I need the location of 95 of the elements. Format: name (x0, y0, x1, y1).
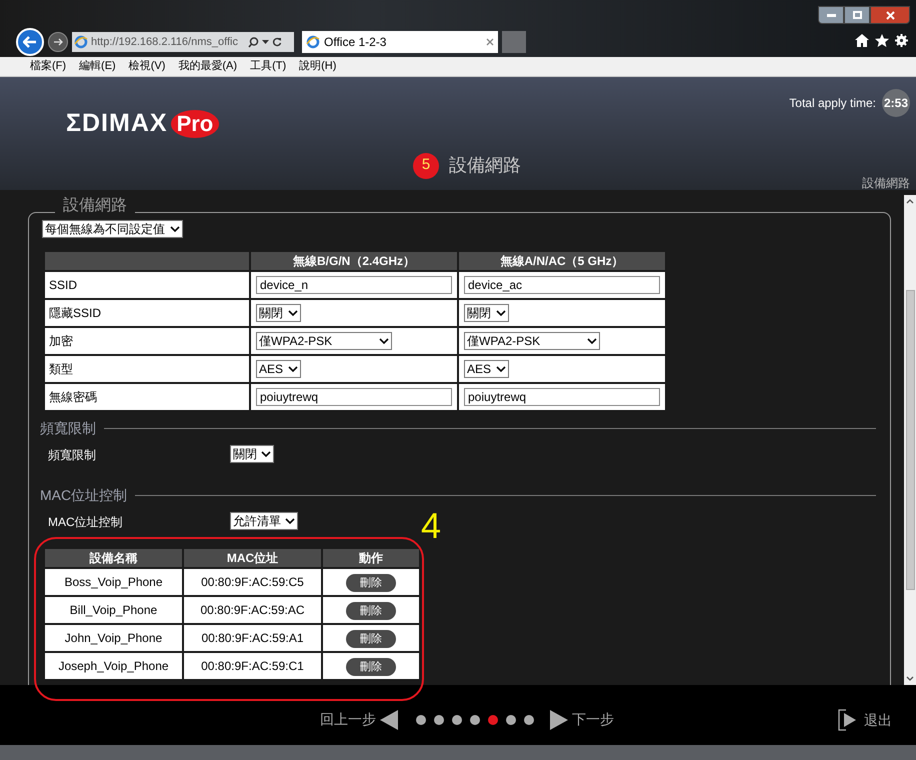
close-icon[interactable] (486, 38, 494, 46)
logo: ΣDIMAX (66, 108, 168, 139)
right-triangle-icon (550, 710, 568, 730)
left-triangle-icon (380, 710, 398, 730)
text-field[interactable]: device_n (256, 276, 452, 294)
home-icon[interactable] (855, 34, 869, 47)
caret-icon (288, 310, 298, 316)
dropdown[interactable]: AES (464, 360, 509, 378)
close-button[interactable] (870, 6, 910, 24)
table-cell: Boss_Voip_Phone (44, 568, 183, 596)
dropdown[interactable]: 關閉 (256, 304, 301, 322)
annotation-number: 4 (421, 506, 442, 546)
minimize-button[interactable] (818, 6, 844, 24)
back-button[interactable] (16, 28, 44, 56)
search-icon (248, 36, 259, 48)
text-field[interactable]: poiuytrewq (464, 388, 660, 406)
step-title: 設備網路 (449, 154, 521, 177)
caret-icon (285, 518, 295, 524)
settings-icon[interactable] (895, 34, 908, 47)
table-header-cell: 動作 (322, 548, 420, 568)
text-field[interactable]: device_ac (464, 276, 660, 294)
delete-button[interactable]: 刪除 (346, 602, 396, 620)
step-badge: 5 (413, 152, 439, 178)
table-header-cell: 無線A/N/AC（5 GHz） (458, 251, 666, 271)
back-arrow-icon (23, 36, 37, 48)
dropdown[interactable]: 僅WPA2-PSK (256, 332, 392, 350)
favorites-star-icon[interactable] (875, 34, 889, 47)
dropdown[interactable]: 每個無線為不同設定值 (42, 220, 183, 238)
forward-button[interactable] (48, 32, 68, 52)
dropdown[interactable]: 關閉 (464, 304, 509, 322)
caret-icon (496, 366, 506, 372)
menu-item[interactable]: 工具(T) (250, 58, 286, 75)
table-cell: John_Voip_Phone (44, 624, 183, 652)
text-field[interactable]: poiuytrewq (256, 388, 452, 406)
delete-button[interactable]: 刪除 (346, 630, 396, 648)
table-header-cell: 設備名稱 (44, 548, 183, 568)
dropdown[interactable]: AES (256, 360, 301, 378)
field-label: MAC位址控制 (48, 514, 123, 531)
maximize-icon (852, 11, 862, 19)
table-cell: 00:80:9F:AC:59:C5 (183, 568, 322, 596)
table-header-cell: MAC位址 (183, 548, 322, 568)
scrollbar[interactable] (904, 195, 916, 685)
field-label: 頻寬限制 (48, 447, 96, 464)
caret-icon (262, 40, 269, 44)
group-title: MAC位址控制 (40, 486, 128, 505)
caret-icon (170, 226, 180, 232)
menu-item[interactable]: 檔案(F) (30, 58, 66, 75)
next-link[interactable]: 下一步 (550, 709, 614, 730)
forward-arrow-icon (53, 38, 63, 46)
dropdown[interactable]: 關閉 (230, 445, 274, 463)
tab-title: Office 1-2-3 (324, 34, 388, 51)
table-cell: 無線密碼 (44, 383, 250, 411)
back-link[interactable]: 回上一步 (320, 709, 398, 730)
scroll-down-icon[interactable] (906, 676, 914, 681)
scrollbar-thumb[interactable] (906, 290, 914, 590)
exit-button[interactable]: 退出 (838, 709, 892, 731)
caret-icon (379, 338, 389, 344)
caret-icon (496, 310, 506, 316)
table-cell: Joseph_Voip_Phone (44, 652, 183, 680)
table-cell: 加密 (44, 327, 250, 355)
table-cell: 隱藏SSID (44, 299, 250, 327)
menu-item[interactable]: 檢視(V) (128, 58, 166, 75)
delete-button[interactable]: 刪除 (346, 574, 396, 592)
minimize-icon (826, 14, 836, 16)
table-cell: 00:80:9F:AC:59:A1 (183, 624, 322, 652)
exit-icon (838, 709, 858, 731)
table-cell: SSID (44, 271, 250, 299)
caret-icon (261, 450, 271, 458)
refresh-icon (272, 37, 282, 47)
table-header-cell: 無線B/G/N（2.4GHz） (250, 251, 458, 271)
caret-icon (288, 366, 298, 372)
breadcrumb: 設備網路 (862, 175, 910, 192)
browser-logo-icon (74, 35, 88, 49)
menu-item[interactable]: 說明(H) (299, 58, 336, 75)
dropdown[interactable]: 允許清單 (230, 512, 298, 530)
url-text: http://192.168.2.116/nms_offic (91, 34, 239, 50)
delete-button[interactable]: 刪除 (346, 658, 396, 676)
table-cell: 00:80:9F:AC:59:AC (183, 596, 322, 624)
table-cell: 00:80:9F:AC:59:C1 (183, 652, 322, 680)
caret-icon (587, 338, 597, 344)
apply-time-label: Total apply time: (789, 95, 876, 112)
dropdown[interactable]: 僅WPA2-PSK (464, 332, 600, 350)
maximize-button[interactable] (844, 6, 870, 24)
group-title: 頻寬限制 (40, 419, 96, 438)
logo-badge: Pro (170, 110, 220, 138)
table-cell: Bill_Voip_Phone (44, 596, 183, 624)
browser-logo-icon (306, 35, 320, 49)
browser-tab[interactable]: Office 1-2-3 (302, 31, 498, 53)
apply-time: 2:53 (882, 89, 910, 117)
table-cell: 類型 (44, 355, 250, 383)
close-icon (886, 10, 894, 20)
menu-item[interactable]: 我的最愛(A) (178, 58, 238, 75)
address-bar[interactable]: http://192.168.2.116/nms_offic (72, 32, 294, 52)
scroll-up-icon[interactable] (906, 199, 914, 204)
menu-item[interactable]: 編輯(E) (79, 58, 116, 75)
